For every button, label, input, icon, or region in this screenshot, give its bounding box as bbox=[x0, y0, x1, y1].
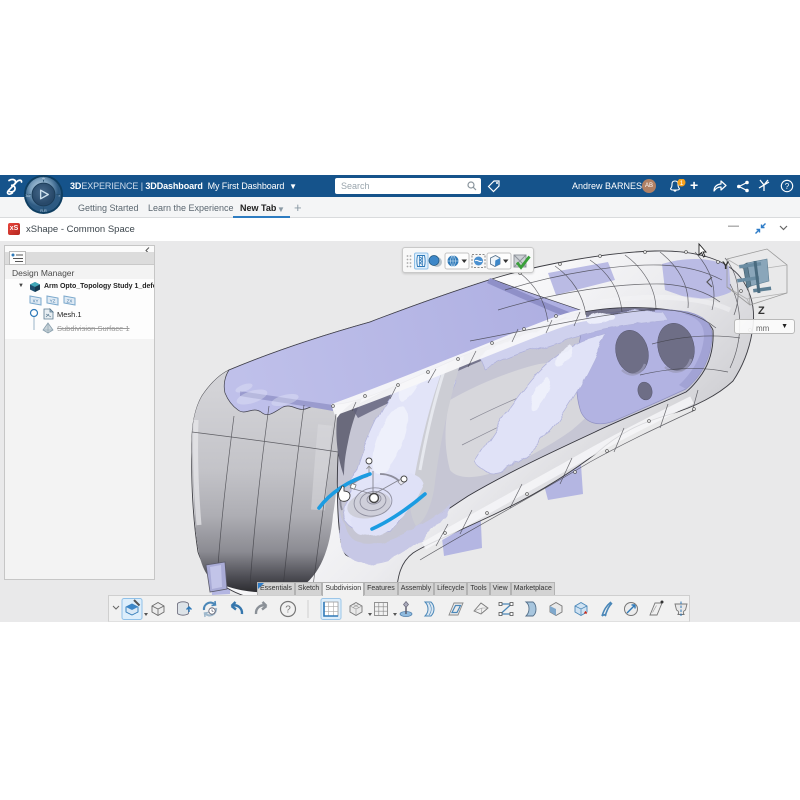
svg-text:3D: 3D bbox=[25, 194, 30, 198]
svg-text:Z: Z bbox=[758, 305, 765, 316]
svg-text:R.R: R.R bbox=[40, 209, 47, 213]
svg-text:?: ? bbox=[785, 182, 790, 191]
svg-text:Y: Y bbox=[722, 260, 730, 272]
svg-text:XY: XY bbox=[32, 299, 38, 304]
svg-text:YZ: YZ bbox=[50, 299, 56, 304]
svg-text:1: 1 bbox=[680, 180, 684, 187]
svg-text:?: ? bbox=[285, 605, 291, 616]
svg-text:ZX: ZX bbox=[67, 299, 73, 304]
